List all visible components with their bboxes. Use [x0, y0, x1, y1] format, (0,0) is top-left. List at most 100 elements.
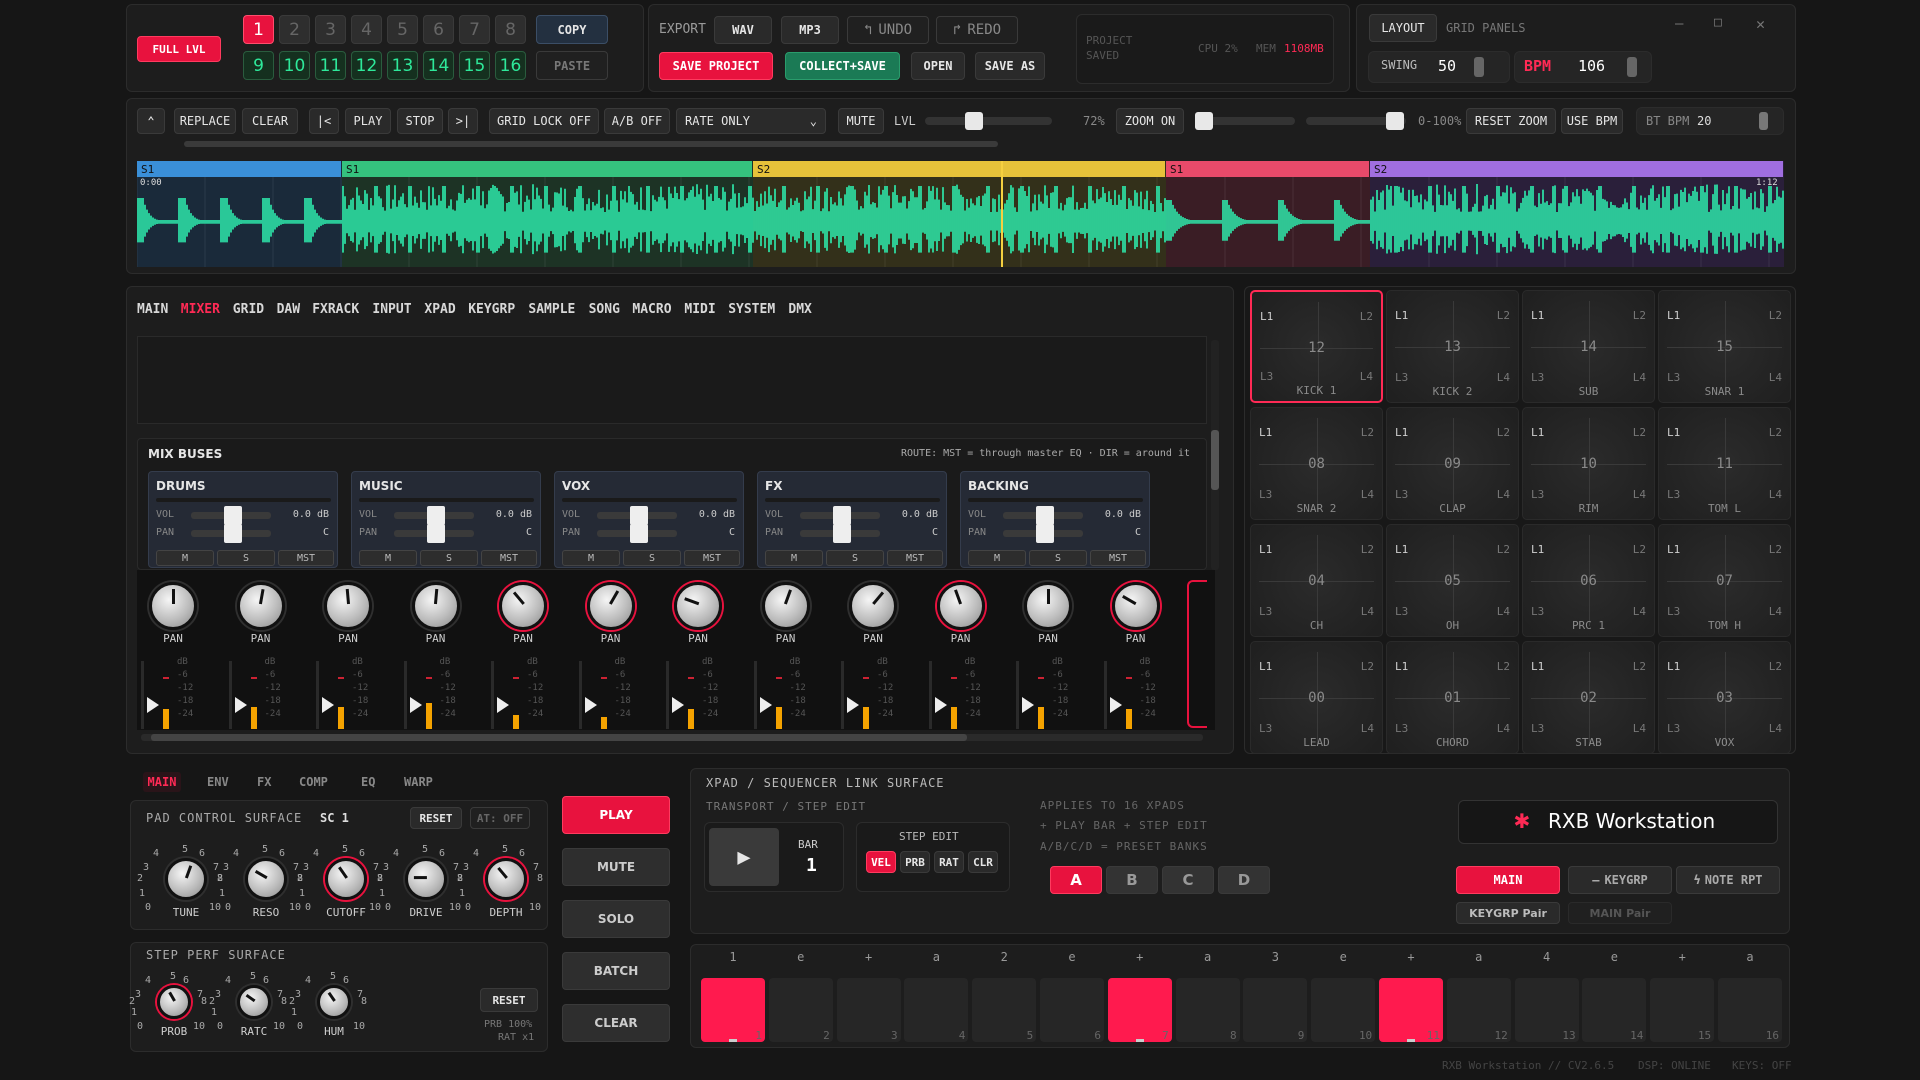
rate-only-select[interactable]: RATE ONLY ⌄ — [676, 108, 826, 134]
depth-knob[interactable] — [485, 858, 527, 900]
bus-vol-thumb[interactable] — [427, 506, 445, 525]
channel-pan-knob[interactable] — [411, 582, 460, 630]
bus-master-button[interactable]: MST — [684, 550, 740, 566]
zoom-on-button[interactable]: ZOOM ON — [1116, 108, 1184, 134]
step-4[interactable]: 4 — [904, 978, 969, 1042]
step-edit-clr-button[interactable]: CLR — [968, 851, 998, 873]
ab-button[interactable]: A/B OFF — [604, 108, 670, 134]
pad-01[interactable]: L1 L2 L3 L4 01 CHORD — [1386, 641, 1519, 754]
xpad-main-button[interactable]: MAIN — [1456, 866, 1560, 894]
bus-vol-slider[interactable] — [394, 506, 474, 525]
bus-vol-thumb[interactable] — [224, 506, 242, 525]
pad-control-reset-button[interactable]: RESET — [410, 807, 462, 829]
save-as-button[interactable]: SAVE AS — [975, 52, 1045, 80]
bus-master-button[interactable]: MST — [278, 550, 334, 566]
fader-arrow-icon[interactable] — [759, 697, 772, 713]
pad-13[interactable]: L1 L2 L3 L4 13 KICK 2 — [1386, 290, 1519, 403]
channel-pan-knob[interactable] — [1111, 582, 1160, 630]
step-12[interactable]: 12 — [1446, 978, 1511, 1042]
fader-arrow-icon[interactable] — [322, 697, 334, 713]
step-11[interactable]: 11 — [1379, 978, 1443, 1042]
bank-button-3[interactable]: 3 — [315, 15, 346, 44]
timeline-scrollbar[interactable] — [184, 141, 998, 147]
main-pair-button[interactable]: MAIN Pair — [1568, 902, 1672, 924]
mute-transport-button[interactable]: MUTE — [562, 848, 670, 886]
bus-pan-slider[interactable] — [191, 524, 271, 543]
copy-button[interactable]: COPY — [536, 15, 608, 44]
tab-system[interactable]: SYSTEM — [728, 302, 775, 317]
bank-button-15[interactable]: 15 — [459, 51, 490, 80]
tab-sample[interactable]: SAMPLE — [528, 302, 575, 317]
fader-arrow-icon[interactable] — [234, 697, 247, 713]
bt-bpm-handle[interactable] — [1759, 112, 1768, 130]
pad-05[interactable]: L1 L2 L3 L4 05 OH — [1386, 524, 1519, 637]
zoom-slider-thumb[interactable] — [1195, 112, 1213, 130]
channel-pan-knob[interactable] — [236, 582, 285, 630]
fader-arrow-icon[interactable] — [672, 697, 684, 713]
go-start-button[interactable]: |< — [309, 108, 339, 134]
mixer-hscroll-thumb[interactable] — [151, 734, 967, 741]
fader-arrow-icon[interactable] — [147, 697, 159, 713]
bus-pan-slider[interactable] — [800, 524, 880, 543]
bus-vol-slider[interactable] — [1003, 506, 1083, 525]
clear-button[interactable]: CLEAR — [242, 108, 298, 134]
channel-pan-knob[interactable] — [149, 582, 197, 630]
paste-button[interactable]: PASTE — [536, 51, 608, 80]
mixer-vscroll-track[interactable] — [1211, 340, 1219, 570]
bank-button-13[interactable]: 13 — [387, 51, 418, 80]
pad-15[interactable]: L1 L2 L3 L4 15 SNAR 1 — [1658, 290, 1791, 403]
channel-pan-knob[interactable] — [849, 582, 897, 630]
bus-mute-button[interactable]: M — [968, 550, 1026, 566]
channel-pan-knob[interactable] — [674, 582, 722, 630]
mixer-hscroll-track[interactable] — [141, 734, 1203, 741]
bt-bpm-value[interactable]: 20 — [1697, 114, 1711, 128]
pad-10[interactable]: L1 L2 L3 L4 10 RIM — [1522, 407, 1655, 520]
step-edit-rat-button[interactable]: RAT — [934, 851, 964, 873]
collapse-button[interactable]: ⌃ — [137, 108, 165, 134]
hum-knob[interactable] — [317, 985, 351, 1019]
bus-pan-slider[interactable] — [1003, 524, 1083, 543]
fader-arrow-icon[interactable] — [1109, 697, 1122, 713]
bank-button-8[interactable]: 8 — [495, 15, 526, 44]
tab-keygrp[interactable]: KEYGRP — [468, 302, 515, 317]
xpad-keygrp-button[interactable]: — KEYGRP — [1568, 866, 1672, 894]
channel-pan-knob[interactable] — [936, 582, 985, 630]
stop-button-toolbar[interactable]: STOP — [397, 108, 443, 134]
fader-arrow-icon[interactable] — [934, 697, 947, 713]
bus-pan-thumb[interactable] — [1036, 524, 1054, 543]
step-10[interactable]: 10 — [1311, 978, 1376, 1042]
step-9[interactable]: 9 — [1243, 978, 1308, 1042]
swing-handle[interactable] — [1474, 57, 1484, 77]
bottom-tab-main[interactable]: MAIN — [143, 772, 181, 792]
bus-solo-button[interactable]: S — [1029, 550, 1087, 566]
bus-pan-thumb[interactable] — [427, 524, 445, 543]
bus-vol-thumb[interactable] — [630, 506, 648, 525]
step-15[interactable]: 15 — [1650, 978, 1715, 1042]
bus-mute-button[interactable]: M — [562, 550, 620, 566]
range-slider-thumb[interactable] — [1386, 112, 1404, 130]
cutoff-knob[interactable] — [325, 858, 367, 900]
aftertouch-button[interactable]: AT: OFF — [470, 807, 530, 829]
channel-pan-knob[interactable] — [1024, 582, 1072, 630]
undo-button[interactable]: ↰ UNDO — [847, 16, 929, 44]
reso-knob[interactable] — [245, 858, 287, 900]
channel-pan-knob[interactable] — [324, 582, 372, 630]
waveform-segment-header[interactable] — [342, 161, 752, 177]
pad-11[interactable]: L1 L2 L3 L4 11 TOM L — [1658, 407, 1791, 520]
mixer-vscroll-thumb[interactable] — [1211, 430, 1219, 490]
pad-12[interactable]: L1 L2 L3 L4 12 KICK 1 — [1250, 290, 1383, 403]
bus-mute-button[interactable]: M — [765, 550, 823, 566]
tab-input[interactable]: INPUT — [372, 302, 411, 317]
step-16[interactable]: 16 — [1718, 978, 1782, 1042]
redo-button[interactable]: ↱ REDO — [936, 16, 1018, 44]
bus-master-button[interactable]: MST — [481, 550, 537, 566]
bus-mute-button[interactable]: M — [359, 550, 417, 566]
pad-07[interactable]: L1 L2 L3 L4 07 TOM H — [1658, 524, 1791, 637]
pad-14[interactable]: L1 L2 L3 L4 14 SUB — [1522, 290, 1655, 403]
clear-transport-button[interactable]: CLEAR — [562, 1004, 670, 1042]
bus-pan-thumb[interactable] — [630, 524, 648, 543]
solo-transport-button[interactable]: SOLO — [562, 900, 670, 938]
pad-03[interactable]: L1 L2 L3 L4 03 VOX — [1658, 641, 1791, 754]
bank-button-9[interactable]: 9 — [243, 51, 274, 80]
ratc-knob[interactable] — [237, 985, 271, 1019]
